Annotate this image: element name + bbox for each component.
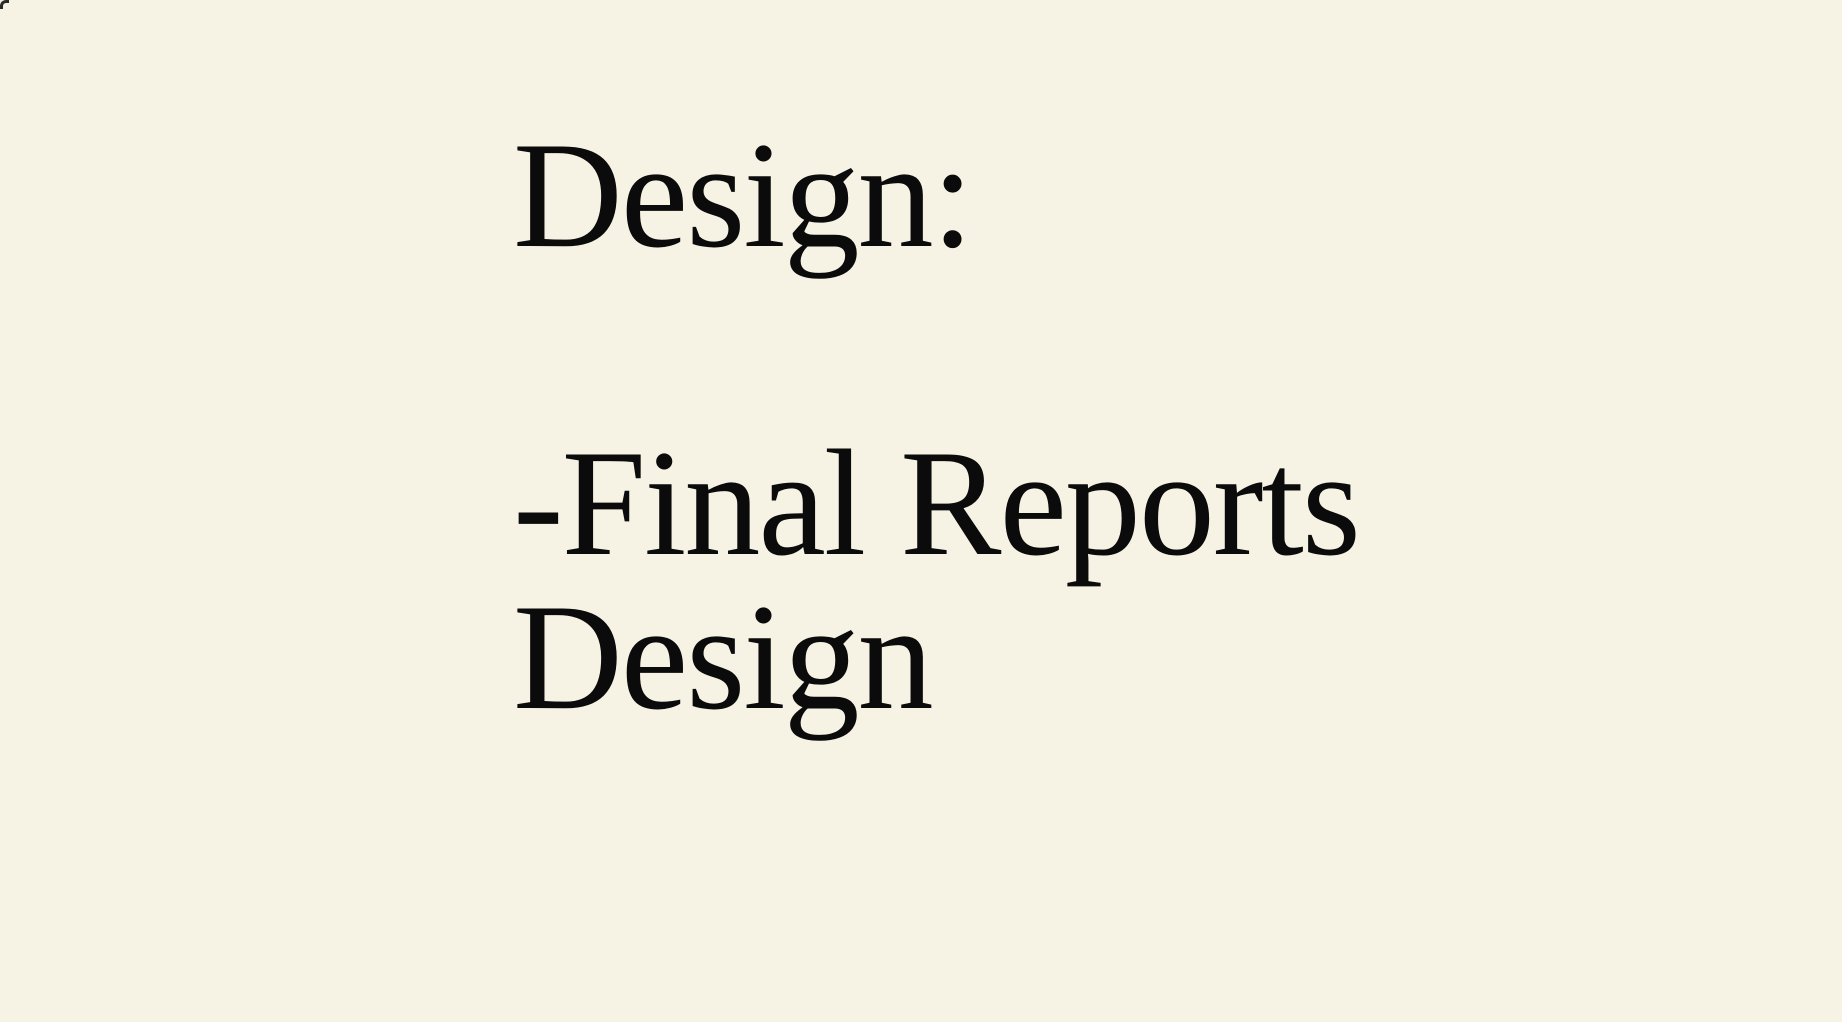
- slide-canvas: Design: -Final Reports Design: [0, 0, 1842, 1022]
- slide-item-design: Design: [513, 573, 934, 741]
- slide-text-block: Design: -Final Reports Design: [513, 111, 1361, 741]
- window-corner: [0, 0, 9, 9]
- slide-heading: Design:: [513, 111, 974, 279]
- slide-item-final-reports: -Final Reports: [513, 419, 1361, 587]
